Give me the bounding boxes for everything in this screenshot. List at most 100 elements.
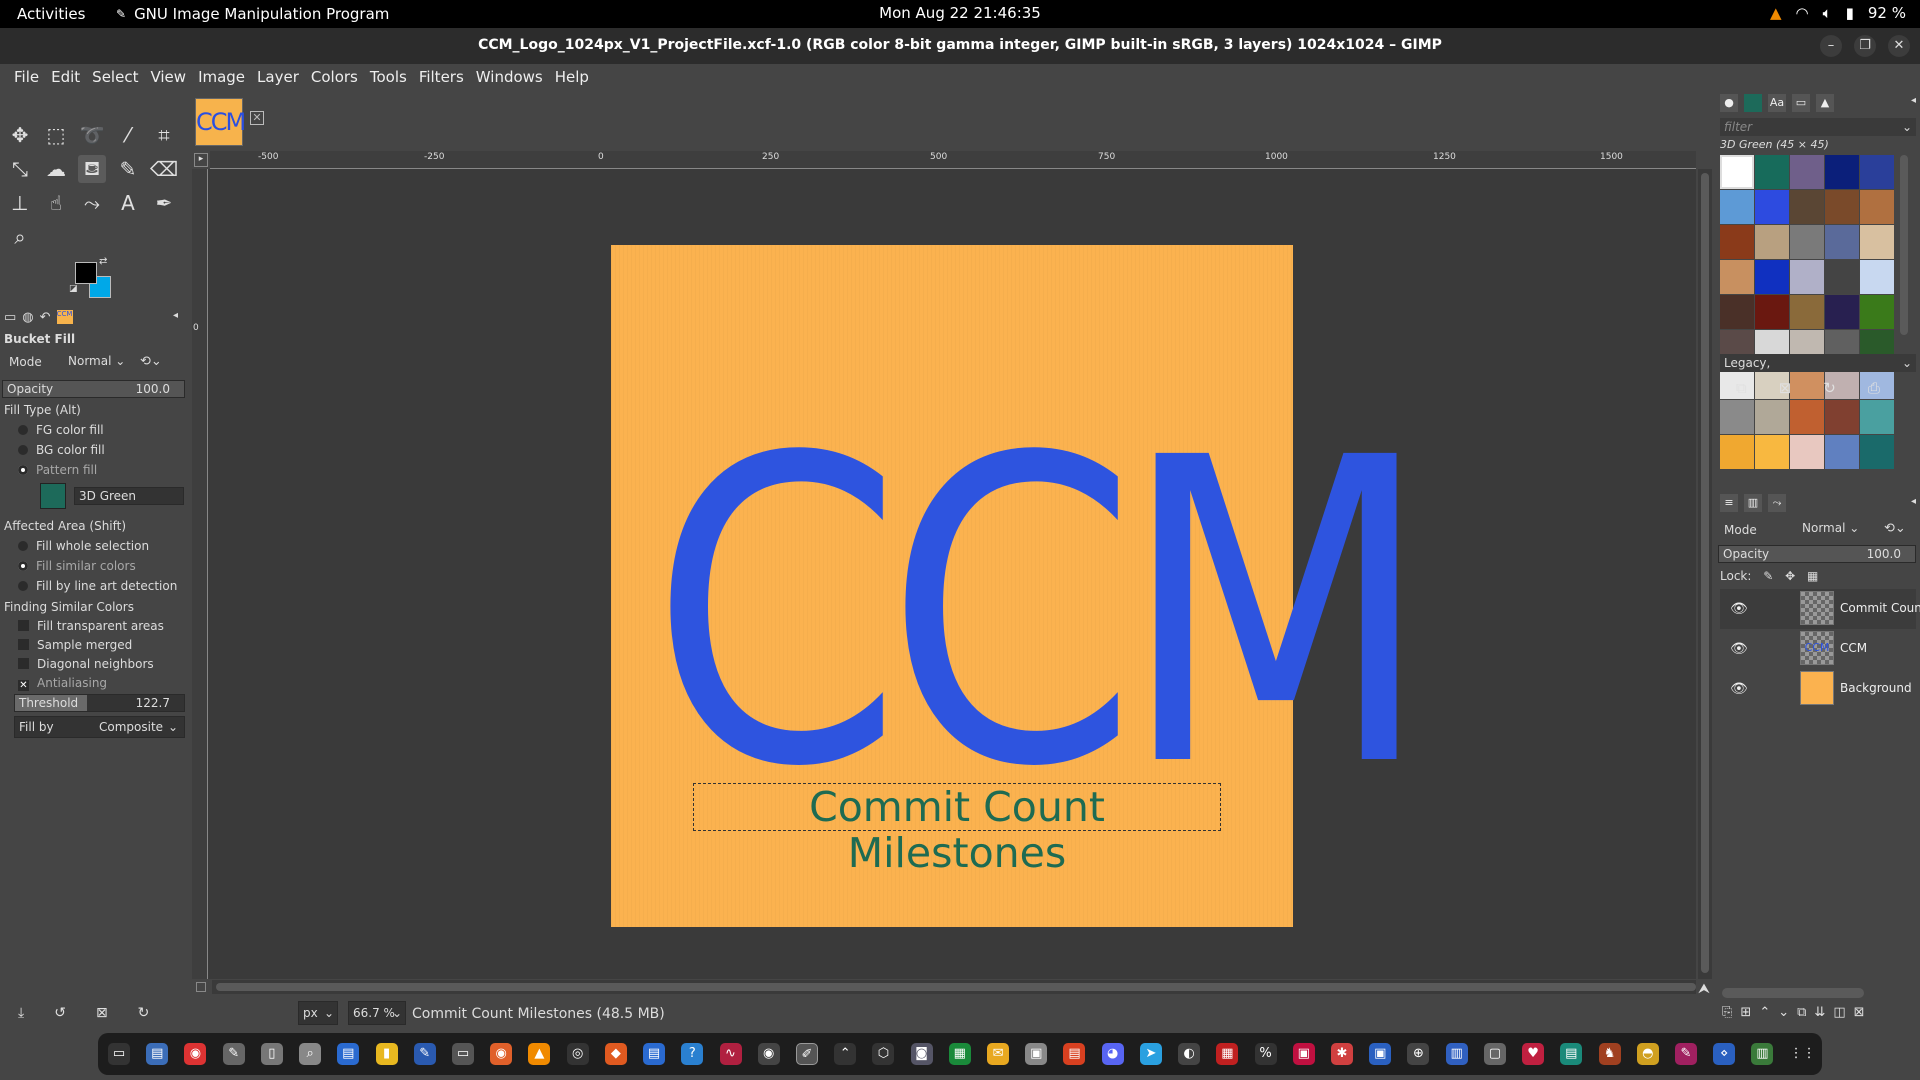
unit-select[interactable]: px ⌄ [298, 1001, 338, 1025]
layer-mode-select[interactable]: Normal ⌄ [1802, 521, 1859, 535]
pattern-swatch[interactable] [1720, 435, 1754, 469]
pattern-swatch[interactable] [40, 483, 66, 509]
pattern-swatch[interactable] [1755, 260, 1789, 294]
images-tab-icon[interactable]: CCM [56, 310, 73, 324]
pattern-swatch[interactable] [1755, 400, 1789, 434]
docs-icon[interactable]: ▯ [260, 1043, 283, 1065]
menu-tools[interactable]: Tools [364, 64, 413, 91]
minimize-button[interactable]: – [1820, 35, 1842, 57]
subtitle-text-layer[interactable]: Commit Count Milestones [693, 783, 1221, 876]
pattern-swatch[interactable] [1860, 260, 1894, 294]
chrome-icon[interactable]: ◉ [184, 1043, 207, 1065]
pattern-swatch[interactable] [1755, 435, 1789, 469]
pattern-swatch[interactable] [1825, 295, 1859, 329]
refresh-patterns-icon[interactable]: ↻ [1823, 379, 1836, 397]
archive-icon[interactable]: ▣ [1025, 1043, 1048, 1065]
obs-icon[interactable]: ◎ [566, 1043, 589, 1065]
diagonal-neighbors-checkbox[interactable]: Diagonal neighbors [4, 657, 154, 671]
patterns-tab-icon[interactable] [1744, 94, 1762, 112]
menu-image[interactable]: Image [192, 64, 251, 91]
merge-layer-icon[interactable]: ⇊ [1814, 1005, 1825, 1020]
media-icon[interactable]: ▣ [1292, 1043, 1315, 1065]
monitor-icon[interactable]: ∿ [719, 1043, 742, 1065]
bg-color-fill-option[interactable]: BG color fill [4, 443, 105, 457]
image-tab-thumbnail[interactable]: CCM [195, 98, 246, 146]
menu-colors[interactable]: Colors [305, 64, 364, 91]
pattern-swatch[interactable] [1860, 190, 1894, 224]
mode-reset-icon[interactable]: ⟲⌄ [140, 354, 162, 369]
maximize-button[interactable]: ❐ [1854, 35, 1876, 57]
calendar-icon[interactable]: ▦ [1216, 1043, 1239, 1065]
delete-preset-icon[interactable]: ⊠ [96, 1005, 108, 1021]
bucket-fill-tool-icon[interactable]: ⛾ [78, 155, 106, 183]
editor-icon[interactable]: ✎ [222, 1043, 245, 1065]
tool-options-tab-icon[interactable]: ▭ [4, 310, 16, 328]
percent-icon[interactable]: % [1254, 1043, 1277, 1065]
fill-by-select[interactable]: Fill by Composite ⌄ [14, 716, 185, 738]
reset-options-icon[interactable]: ↻ [138, 1005, 150, 1021]
duplicate-pattern-icon[interactable]: ⧉ [1736, 379, 1747, 397]
mail-icon[interactable]: ✉ [987, 1043, 1010, 1065]
navigate-icon[interactable]: ⮝ [1698, 981, 1710, 997]
menu-help[interactable]: Help [549, 64, 595, 91]
paths-tab-icon[interactable]: ⤳ [1768, 494, 1786, 512]
game-icon[interactable]: ♞ [1598, 1043, 1621, 1065]
disk-icon[interactable]: ◙ [910, 1043, 933, 1065]
firefox-icon[interactable]: ◉ [490, 1043, 513, 1065]
paint-icon[interactable]: ✱ [1331, 1043, 1353, 1065]
sample-merged-checkbox[interactable]: Sample merged [4, 638, 132, 652]
lock-pixels-icon[interactable]: ✎ [1763, 569, 1773, 583]
device-status-tab-icon[interactable]: ◍ [22, 310, 33, 328]
smudge-tool-icon[interactable]: ☝ [42, 189, 70, 217]
threshold-slider[interactable]: Threshold 122.7 [14, 694, 185, 712]
trash-icon[interactable]: ▥ [1751, 1043, 1774, 1065]
clock[interactable]: Mon Aug 22 21:46:35 [0, 4, 1920, 22]
save-preset-icon[interactable]: ⤓ [18, 1005, 24, 1021]
layer-opacity-slider[interactable]: Opacity 100.0 [1718, 545, 1916, 563]
layers-tab-icon[interactable]: ≡ [1720, 494, 1738, 512]
pattern-swatch[interactable] [1860, 400, 1894, 434]
calc-icon[interactable]: ▤ [643, 1043, 666, 1065]
pattern-swatch[interactable] [1720, 225, 1754, 259]
zoom-toggle-icon[interactable] [196, 982, 206, 992]
quick-mask-menu-icon[interactable]: ▸ [194, 153, 208, 167]
steam-icon[interactable]: ◐ [1178, 1043, 1201, 1065]
pattern-swatch[interactable] [1825, 225, 1859, 259]
pattern-swatch[interactable] [1860, 225, 1894, 259]
writer-icon[interactable]: ▤ [337, 1043, 360, 1065]
pattern-swatch[interactable] [1720, 260, 1754, 294]
menu-select[interactable]: Select [86, 64, 144, 91]
sheet-icon[interactable]: ▦ [948, 1043, 971, 1065]
pattern-swatch[interactable] [1790, 225, 1824, 259]
fg-color-fill-option[interactable]: FG color fill [4, 423, 104, 437]
video-icon[interactable]: ▣ [1369, 1043, 1392, 1065]
lower-layer-icon[interactable]: ⌄ [1778, 1005, 1789, 1020]
pattern-fill-option[interactable]: Pattern fill [4, 463, 97, 477]
menu-layer[interactable]: Layer [251, 64, 305, 91]
code-icon[interactable]: ⋄ [1713, 1043, 1736, 1065]
panel-menu-icon[interactable]: ◂ [1911, 496, 1916, 507]
delete-pattern-icon[interactable]: ⊠ [1779, 379, 1792, 397]
vlc-tray-icon[interactable]: ▲ [1770, 4, 1782, 22]
chat-icon[interactable]: ▤ [1560, 1043, 1583, 1065]
new-layer-group-icon[interactable]: ⊞ [1740, 1005, 1751, 1020]
unified-transform-tool-icon[interactable]: ⤡ [6, 155, 34, 183]
pattern-swatch[interactable] [1755, 155, 1789, 189]
vertical-scrollbar[interactable] [1698, 169, 1712, 979]
apps-grid-icon[interactable]: ⋮⋮ [1790, 1043, 1816, 1065]
open-pattern-icon[interactable]: ⎙ [1868, 379, 1880, 397]
brushes-tab-icon[interactable]: ● [1720, 94, 1738, 112]
eye-icon[interactable]: 👁︎ [1730, 681, 1748, 697]
paths-tool-icon[interactable]: ⤳ [78, 189, 106, 217]
gradients-tab-icon[interactable]: ▭ [1792, 94, 1810, 112]
panel-menu-icon[interactable]: ◂ [173, 310, 178, 328]
pattern-swatch[interactable] [1720, 190, 1754, 224]
move-tool-icon[interactable]: ✥ [6, 121, 34, 149]
up-icon[interactable]: ⌃ [834, 1043, 857, 1065]
camera-icon[interactable]: ◉ [757, 1043, 780, 1065]
paintbrush-tool-icon[interactable]: ✎ [114, 155, 142, 183]
eraser-tool-icon[interactable]: ⌫ [150, 155, 178, 183]
opacity-slider[interactable]: Opacity 100.0 [2, 380, 185, 398]
software-icon[interactable]: ◆ [604, 1043, 627, 1065]
menu-view[interactable]: View [144, 64, 192, 91]
